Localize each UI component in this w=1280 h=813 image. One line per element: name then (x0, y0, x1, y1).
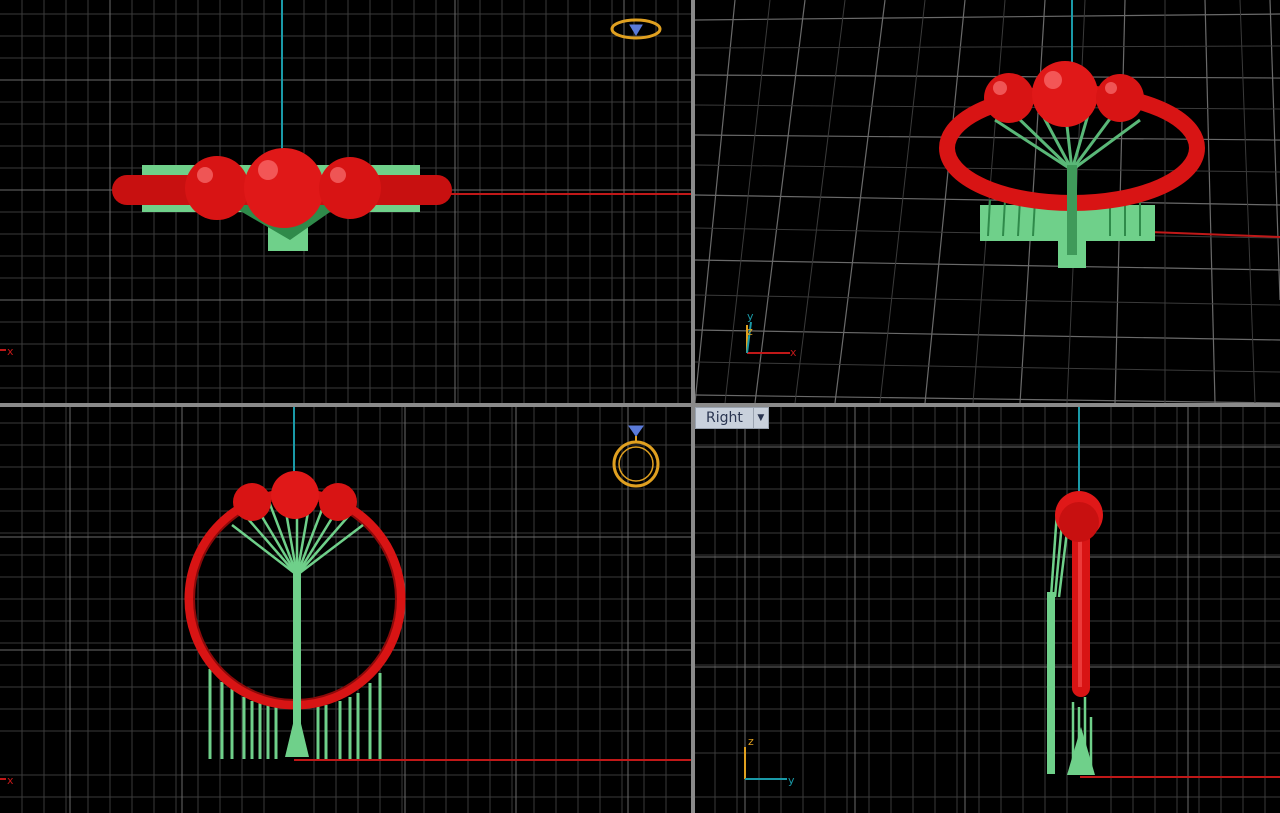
perspective-view-canvas: y z x (695, 0, 1280, 403)
gem-right (319, 157, 381, 219)
gem-center (271, 471, 319, 519)
gem-center (244, 148, 324, 228)
axis-tripod-icon (746, 321, 790, 354)
support-stem (1047, 592, 1055, 774)
support-stem (1067, 165, 1077, 255)
right-z-axis-label: z (748, 735, 754, 748)
right-view-canvas: z y (695, 407, 1280, 813)
gem-right (319, 483, 357, 521)
right-y-axis-label: y (788, 774, 795, 787)
grid (695, 407, 1280, 813)
viewport-label[interactable]: Right ▼ (695, 407, 769, 429)
viewport-right[interactable]: Right ▼ z y (695, 407, 1280, 813)
grid-minor (695, 0, 1280, 403)
viewport-splitter-horizontal[interactable] (0, 403, 1280, 407)
gem-left (233, 483, 271, 521)
ring-widget-icon (612, 425, 660, 488)
support-stem-foot (285, 707, 309, 757)
grid (0, 407, 691, 813)
viewport-top[interactable]: x (0, 0, 691, 403)
viewport-front[interactable]: x (0, 407, 691, 813)
ring-widget-icon (610, 18, 662, 40)
persp-z-axis-label: z (747, 325, 753, 338)
chevron-down-icon[interactable]: ▼ (753, 407, 769, 429)
front-view-canvas: x (0, 407, 691, 813)
gem-left (984, 73, 1034, 123)
gem-center (1032, 61, 1098, 127)
persp-x-axis-label: x (790, 346, 797, 359)
viewport-perspective[interactable]: y z x (695, 0, 1280, 403)
gem-left (185, 156, 249, 220)
top-view-canvas: x (0, 0, 691, 403)
gem-right (1096, 74, 1144, 122)
grid-major (0, 407, 691, 813)
top-x-axis-label: x (7, 345, 14, 358)
grid (695, 0, 1280, 403)
viewport-label-text[interactable]: Right (695, 407, 754, 429)
grid-major (695, 407, 1280, 813)
persp-y-axis-label: y (747, 310, 754, 323)
front-x-axis-label: x (7, 774, 14, 787)
